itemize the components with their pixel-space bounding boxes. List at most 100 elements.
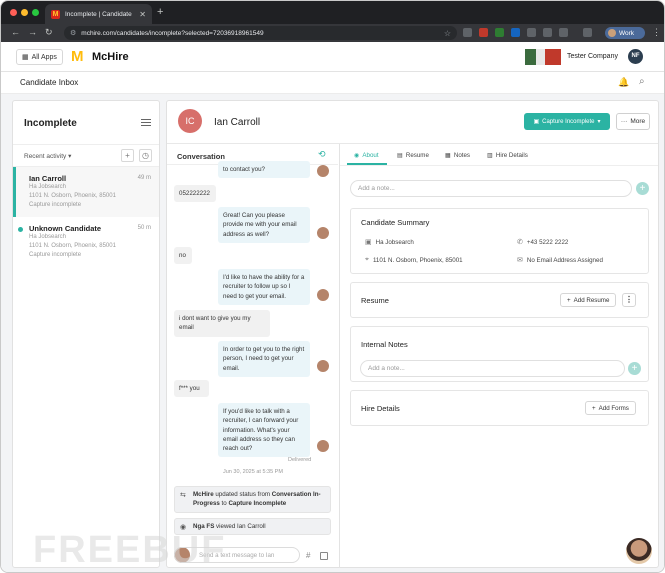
chevron-down-icon: ▾ xyxy=(597,119,601,125)
watermark: FREEBUF xyxy=(33,529,227,571)
bot-avatar xyxy=(317,440,329,452)
submit-note-button[interactable]: + xyxy=(636,182,649,195)
outgoing-message: Great! Can you please provide me with yo… xyxy=(218,207,310,243)
list-icon: ▥ xyxy=(487,152,493,159)
tab-about[interactable]: ◉ About xyxy=(354,152,379,159)
extension-icon[interactable] xyxy=(495,28,504,37)
browser-menu-icon[interactable]: ⋮ xyxy=(652,27,661,38)
side-panel-icon[interactable] xyxy=(583,28,592,37)
status-label: Capture Incomplete xyxy=(542,118,595,125)
more-button[interactable]: ··· More xyxy=(616,113,650,130)
candidate-address: 1101 N. Osborn, Phoenix, 85001 xyxy=(29,243,116,249)
more-label: More xyxy=(630,118,646,125)
tab-notes[interactable]: ▦ Notes xyxy=(445,152,470,159)
extension-icon[interactable] xyxy=(479,28,488,37)
extension-icon[interactable] xyxy=(543,28,552,37)
support-chat-avatar[interactable] xyxy=(626,538,652,564)
company-name[interactable]: Tester Company xyxy=(567,53,618,60)
extension-icon[interactable] xyxy=(511,28,520,37)
card-title: Internal Notes xyxy=(361,340,408,349)
search-icon[interactable]: ⌕ xyxy=(639,76,645,87)
candidate-list-panel: Incomplete Recent activity ▾ + ◷ Ian Car… xyxy=(12,100,160,568)
column-divider xyxy=(339,144,340,568)
history-icon[interactable]: ⟲ xyxy=(318,149,326,160)
profile-button[interactable]: Work xyxy=(605,27,645,39)
sub-header: Candidate Inbox 🔔 ⌕ xyxy=(1,72,664,94)
all-apps-label: All Apps xyxy=(31,53,57,61)
email-value: No Email Address Assigned xyxy=(526,256,603,264)
button-label: Add Forms xyxy=(598,404,629,412)
hire-details-card: Hire Details + Add Forms xyxy=(350,390,649,426)
outgoing-message: I'd like to have the ability for a recru… xyxy=(218,269,310,305)
candidate-detail-panel: IC Ian Carroll ▣ Capture Incomplete ▾ ··… xyxy=(166,100,659,568)
candidate-summary-card: Candidate Summary ▣ Ha Jobsearch ✆ +43 522… xyxy=(350,208,649,274)
internal-note-input[interactable]: Add a note... xyxy=(360,360,625,377)
submit-internal-note-button[interactable]: + xyxy=(628,362,641,375)
maximize-window-button[interactable] xyxy=(32,9,39,16)
extension-icon[interactable] xyxy=(527,28,536,37)
candidate-list-item[interactable]: Ian Carroll 49 m Ha Jobsearch 1101 N. Os… xyxy=(13,167,159,217)
incoming-message: no xyxy=(174,247,192,265)
grid-icon: ▦ xyxy=(22,54,29,61)
divider xyxy=(340,165,658,166)
forward-icon[interactable]: → xyxy=(28,27,37,37)
back-icon[interactable]: ← xyxy=(11,27,20,37)
site-info-icon[interactable]: ⚙ xyxy=(70,29,76,37)
source-value: Ha Jobsearch xyxy=(375,238,414,246)
outgoing-message: If you'd like to talk with a recruiter, … xyxy=(218,403,310,458)
close-tab-icon[interactable]: ✕ xyxy=(139,10,146,19)
extensions-puzzle-icon[interactable] xyxy=(559,28,568,37)
minimize-window-button[interactable] xyxy=(21,9,28,16)
browser-tab-bar: M Incomplete | Candidate Expe ✕ + xyxy=(1,1,664,24)
document-icon: ▤ xyxy=(397,152,403,159)
app-header: ▦ All Apps M McHire Tester Company NF xyxy=(1,42,664,72)
candidate-list-item[interactable]: Unknown Candidate 50 m Ha Jobsearch 1101… xyxy=(13,217,159,267)
candidate-avatar: IC xyxy=(178,109,202,133)
calendar-icon: ▣ xyxy=(533,119,540,125)
profile-label: Work xyxy=(619,29,635,37)
notifications-bell-icon[interactable]: 🔔 xyxy=(618,77,629,88)
clock-filter-button[interactable]: ◷ xyxy=(139,149,152,162)
card-title: Resume xyxy=(361,296,389,305)
reload-icon[interactable]: ↻ xyxy=(45,27,53,38)
menu-icon[interactable] xyxy=(141,119,151,128)
add-note-input[interactable]: Add a note... xyxy=(350,180,632,197)
phone-value: +43 5222 2222 xyxy=(526,238,569,246)
source-info: ▣ Ha Jobsearch xyxy=(365,238,414,247)
add-forms-button[interactable]: + Add Forms xyxy=(585,401,636,415)
address-bar[interactable]: ⚙ mchire.com/candidates/incomplete?selec… xyxy=(64,26,457,40)
app-window: M Incomplete | Candidate Expe ✕ + ← → ↻ … xyxy=(0,0,665,573)
bookmark-star-icon[interactable]: ☆ xyxy=(444,29,451,38)
close-window-button[interactable] xyxy=(10,9,17,16)
email-info: ✉ No Email Address Assigned xyxy=(517,256,603,265)
location-pin-icon: ⌖ xyxy=(365,256,369,263)
event-to-status: Capture Incomplete xyxy=(228,499,287,507)
candidate-source: Ha Jobsearch xyxy=(29,184,67,190)
browser-toolbar: ← → ↻ ⚙ mchire.com/candidates/incomplete… xyxy=(1,24,664,42)
sort-dropdown[interactable]: Recent activity ▾ xyxy=(24,152,71,160)
mail-icon: ✉ xyxy=(517,257,523,264)
tab-resume[interactable]: ▤ Resume xyxy=(397,152,429,159)
more-dots-icon: ··· xyxy=(620,118,628,125)
plus-icon: + xyxy=(592,404,596,412)
image-attach-icon[interactable] xyxy=(320,552,328,560)
hashtag-icon[interactable]: # xyxy=(306,551,310,560)
add-candidate-button[interactable]: + xyxy=(121,149,134,162)
delivered-status: Delivered xyxy=(288,457,312,463)
candidate-name: Unknown Candidate xyxy=(29,224,102,233)
message-timestamp: Jun 30, 2025 at 5:35 PM xyxy=(223,469,283,475)
tab-hire-details[interactable]: ▥ Hire Details xyxy=(487,152,528,159)
incoming-message: 052222222 xyxy=(174,185,216,203)
add-resume-button[interactable]: + Add Resume xyxy=(560,293,617,307)
address-info: ⌖ 1101 N. Osborn, Phoenix, 85001 xyxy=(365,256,463,264)
browser-tab[interactable]: M Incomplete | Candidate Expe ✕ xyxy=(45,4,152,24)
briefcase-icon: ▣ xyxy=(365,239,372,246)
new-tab-button[interactable]: + xyxy=(157,6,163,18)
list-title: Incomplete xyxy=(24,118,77,129)
status-dropdown-button[interactable]: ▣ Capture Incomplete ▾ xyxy=(524,113,610,130)
resume-options-icon[interactable]: ⋮ xyxy=(622,293,636,307)
all-apps-button[interactable]: ▦ All Apps xyxy=(16,49,63,65)
app-logo-text: McHire xyxy=(92,51,129,63)
user-avatar[interactable]: NF xyxy=(628,49,643,64)
extension-icon[interactable] xyxy=(463,28,472,37)
